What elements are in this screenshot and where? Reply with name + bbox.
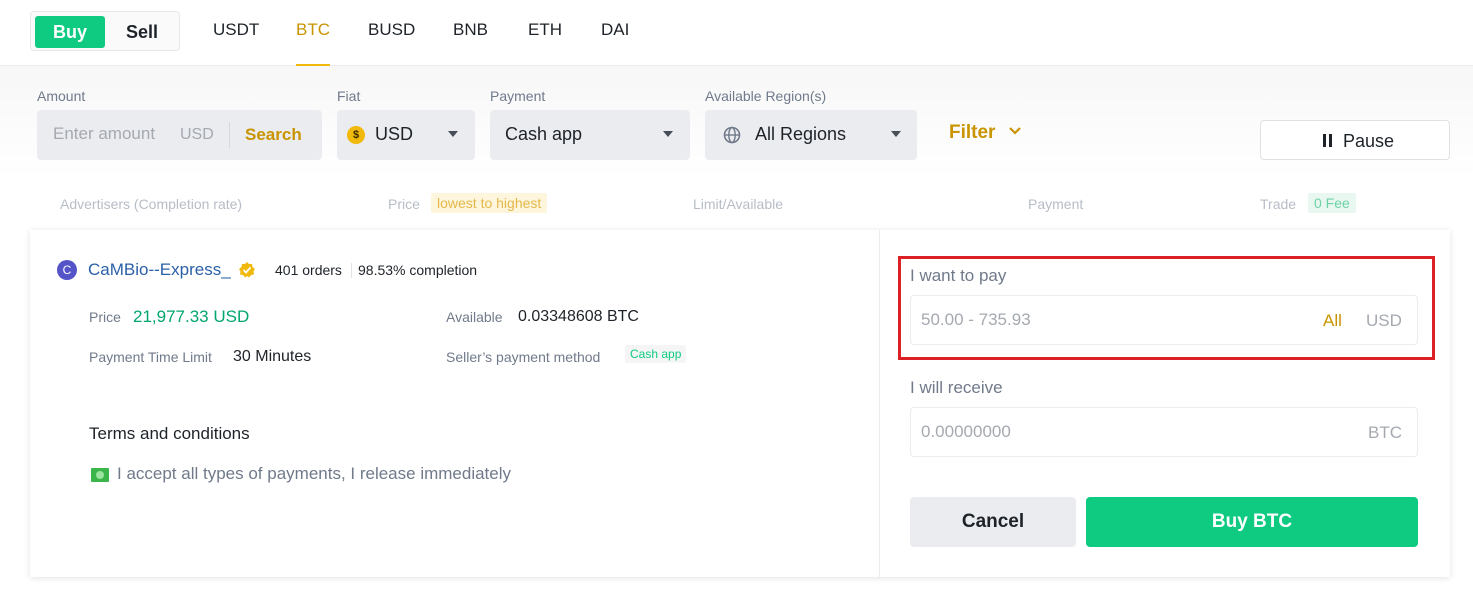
filter-button[interactable]: Filter [949, 122, 995, 144]
pause-icon [1323, 134, 1333, 147]
amount-placeholder[interactable]: Enter amount [53, 124, 155, 144]
buy-sell-toggle: Buy Sell [30, 11, 180, 51]
completion-rate: 98.53% completion [358, 262, 478, 278]
terms-title: Terms and conditions [89, 424, 250, 443]
payment-select[interactable]: Cash app [490, 110, 690, 160]
price-value: 21,977.33 USD [133, 307, 250, 326]
caret-down-icon [891, 131, 901, 137]
money-icon [91, 468, 109, 482]
amount-unit: USD [180, 126, 214, 143]
amount-divider [229, 122, 230, 148]
amount-label: Amount [37, 88, 86, 104]
asset-tab-usdt[interactable]: USDT [213, 20, 259, 66]
buy-tab[interactable]: Buy [35, 16, 105, 48]
region-label: Available Region(s) [705, 88, 827, 104]
asset-tab-eth[interactable]: ETH [528, 20, 562, 66]
available-value: 0.03348608 BTC [518, 308, 639, 325]
receive-amount-input[interactable] [921, 418, 1281, 446]
price-sort-chip[interactable]: lowest to highest [431, 193, 548, 213]
column-limit: Limit/Available [693, 196, 784, 212]
meta-divider [351, 263, 352, 278]
cancel-button[interactable]: Cancel [910, 497, 1076, 547]
region-select[interactable]: All Regions [705, 110, 917, 160]
column-payment: Payment [1028, 196, 1084, 212]
region-value: All Regions [755, 124, 847, 144]
buy-btc-button[interactable]: Buy BTC [1086, 497, 1418, 547]
avatar: C [57, 260, 77, 280]
column-trade: Trade [1260, 196, 1297, 212]
available-label: Available [446, 309, 503, 325]
fiat-value: USD [375, 124, 414, 144]
column-advertisers: Advertisers (Completion rate) [60, 196, 243, 212]
asset-tab-dai[interactable]: DAI [601, 20, 629, 66]
chevron-down-icon[interactable] [1008, 124, 1022, 138]
payment-method-label: Seller’s payment method [446, 349, 601, 365]
order-card: C CaMBio--Express_ 401 orders 98.53% com… [30, 230, 1450, 577]
zero-fee-chip: 0 Fee [1308, 193, 1356, 213]
payment-method-chip: Cash app [625, 345, 687, 363]
column-price: Price [388, 196, 420, 212]
payment-value: Cash app [505, 124, 583, 144]
top-bar: Buy Sell USDT BTC BUSD BNB ETH DAI [0, 0, 1473, 66]
fiat-select[interactable]: $ USD [337, 110, 475, 160]
dollar-coin-icon: $ [347, 126, 365, 144]
advertiser-name[interactable]: CaMBio--Express_ [88, 260, 231, 280]
card-divider [879, 230, 880, 577]
time-limit-value: 30 Minutes [233, 348, 312, 365]
pause-button[interactable]: Pause [1260, 120, 1450, 160]
order-count: 401 orders [275, 262, 342, 278]
sell-tab[interactable]: Sell [107, 16, 177, 48]
asset-tab-bnb[interactable]: BNB [453, 20, 488, 66]
receive-input-box: BTC [910, 407, 1418, 457]
verified-badge-icon [239, 262, 255, 278]
receive-label: I will receive [910, 378, 1003, 397]
fiat-label: Fiat [337, 88, 361, 104]
asset-tab-btc[interactable]: BTC [296, 20, 330, 66]
filter-bar: Amount Enter amount USD Search Fiat $ US… [0, 66, 1473, 178]
price-label: Price [89, 309, 121, 325]
payment-label: Payment [490, 88, 546, 104]
time-limit-label: Payment Time Limit [89, 349, 212, 365]
highlight-box [898, 256, 1435, 360]
search-button[interactable]: Search [245, 125, 302, 145]
terms-text: I accept all types of payments, I releas… [117, 464, 512, 483]
globe-icon [723, 126, 741, 144]
caret-down-icon [663, 131, 673, 137]
caret-down-icon [448, 131, 458, 137]
receive-unit: BTC [1368, 423, 1402, 442]
asset-tab-busd[interactable]: BUSD [368, 20, 415, 66]
amount-field[interactable]: Enter amount USD Search [37, 110, 322, 160]
pause-label: Pause [1343, 131, 1395, 151]
